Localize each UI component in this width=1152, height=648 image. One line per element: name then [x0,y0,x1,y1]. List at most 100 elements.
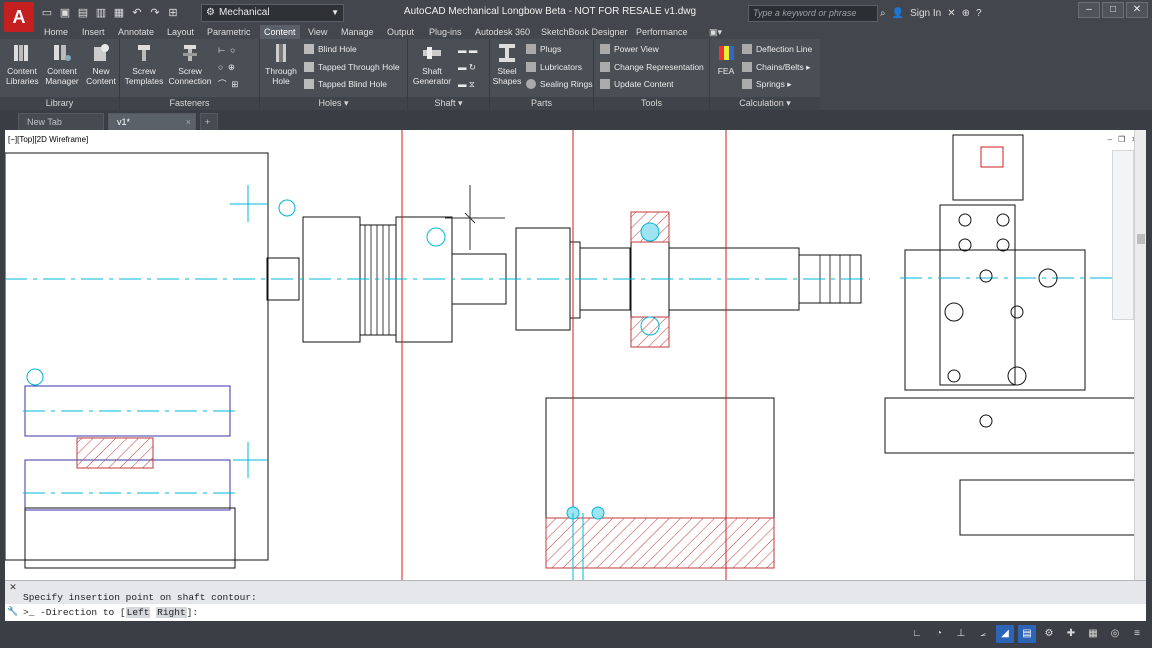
steel-shapes-button[interactable]: Steel Shapes [492,42,522,86]
vertical-scrollbar[interactable] [1134,130,1146,580]
navigation-bar[interactable] [1112,150,1134,320]
shaft-tool-3[interactable]: ▬ ⧖ [458,77,475,91]
change-representation-button[interactable]: Change Representation [600,60,704,74]
command-input[interactable]: >_ -Direction to [Left Right]: [5,605,1146,622]
fastener-tool-1[interactable]: ⊢ ○ [218,43,235,57]
tab-output[interactable]: Output [383,25,418,39]
wrench-icon[interactable]: 🔧 [7,605,19,617]
through-hole-button[interactable]: Through Hole [262,42,300,86]
polar-icon[interactable]: ⦟ [974,625,992,643]
fea-button[interactable]: FEA [712,42,740,76]
save-icon[interactable]: ▤ [76,6,90,20]
holes-panel-title[interactable]: Holes ▾ [260,97,407,110]
open-file-icon[interactable]: ▣ [58,6,72,20]
minimize-button[interactable]: – [1078,2,1100,18]
screw-templates-button[interactable]: Screw Templates [122,42,166,86]
update-content-button[interactable]: Update Content [600,77,674,91]
tapped-through-hole-button[interactable]: Tapped Through Hole [304,60,400,74]
close-button[interactable]: ✕ [1126,2,1148,18]
scrollbar-thumb[interactable] [1137,234,1145,244]
deflection-line-button[interactable]: Deflection Line [742,42,812,56]
right-column[interactable] [939,204,1016,386]
save-as-icon[interactable]: ▥ [94,6,108,20]
through-hole-label: Through Hole [265,66,297,86]
help-icon[interactable]: ? [976,8,982,19]
customize-icon[interactable]: ≡ [1128,625,1146,643]
tab-home[interactable]: Home [40,25,72,39]
screw-connection-button[interactable]: Screw Connection [168,42,212,86]
doc-tab-v1[interactable]: v1* × [108,113,196,130]
doc-tab-new-tab[interactable]: New Tab [18,113,104,130]
tab-parametric[interactable]: Parametric [203,25,255,39]
content-libraries-button[interactable]: Content Libraries [6,42,39,86]
blind-hole-button[interactable]: Blind Hole [304,42,357,56]
new-tab-plus-button[interactable]: + [200,113,218,130]
redo-icon[interactable]: ↷ [148,6,162,20]
exchange-icon[interactable]: ✕ [947,8,955,19]
shaft-tool-2[interactable]: ▬ ↻ [458,60,476,74]
viewport-minimize-icon[interactable]: – [1108,135,1112,144]
ribbon-more-icon[interactable]: ▣▾ [705,25,726,39]
viewport-restore-icon[interactable]: ❐ [1118,135,1125,144]
osnap-icon[interactable]: ◢ [996,625,1014,643]
new-content-button[interactable]: New Content [86,42,116,86]
clean-screen-icon[interactable]: ◎ [1106,625,1124,643]
tab-insert[interactable]: Insert [78,25,109,39]
drawing-canvas[interactable]: [−][Top][2D Wireframe] – ❐ ✕ [5,130,1146,580]
snap-icon[interactable]: ◔ [930,625,948,643]
close-tab-icon[interactable]: × [186,114,191,131]
print-icon[interactable]: ▦ [112,6,126,20]
viewport-controls-label[interactable]: [−][Top][2D Wireframe] [8,135,88,144]
option-left[interactable]: Left [125,607,151,618]
sign-in-link[interactable]: Sign In [910,8,941,19]
lubricators-button[interactable]: Lubricators [526,60,582,74]
sealing-rings-button[interactable]: Sealing Rings [526,77,592,91]
new-file-icon[interactable]: ▭ [40,6,54,20]
right-base[interactable] [884,397,1146,454]
fastener-tool-2[interactable]: ○ ⊕ [218,60,235,74]
right-lower-plate[interactable] [959,479,1146,536]
a360-icon[interactable]: ⊕ [962,8,970,19]
tab-performance[interactable]: Performance [632,25,692,39]
search-input[interactable]: Type a keyword or phrase [748,5,878,22]
left-housing-outline[interactable] [5,152,269,561]
application-menu-button[interactable]: A [4,2,34,32]
binoculars-icon[interactable]: ⌕ [880,8,886,19]
tab-autodesk-360[interactable]: Autodesk 360 [471,25,534,39]
tab-manage[interactable]: Manage [337,25,378,39]
calculation-panel-title[interactable]: Calculation ▾ [710,97,820,110]
ortho-icon[interactable]: ⊥ [952,625,970,643]
annotation-icon[interactable]: ⚙ [1040,625,1058,643]
shaft-tool-1[interactable]: ▬ ▬ [458,43,477,57]
content-manager-button[interactable]: Content Manager [44,42,80,86]
grid-icon[interactable]: ∟ [908,625,926,643]
plot-icon[interactable]: ⊞ [166,6,180,20]
maximize-button[interactable]: □ [1102,2,1124,18]
tab-plug-ins[interactable]: Plug-ins [425,25,466,39]
hardware-icon[interactable]: ▦ [1084,625,1102,643]
shaft-generator-button[interactable]: Shaft Generator [410,42,454,86]
left-base-plate[interactable] [24,507,236,569]
shaft-panel-title[interactable]: Shaft ▾ [408,97,489,110]
power-view-button[interactable]: Power View [600,42,659,56]
option-right[interactable]: Right [156,607,187,618]
window-controls: – □ ✕ [1078,2,1148,18]
undo-icon[interactable]: ↶ [130,6,144,20]
cad-drawing[interactable] [5,130,1146,580]
tab-layout[interactable]: Layout [163,25,198,39]
tab-sketchbook-designer[interactable]: SketchBook Designer [537,25,632,39]
shaft-shoulder[interactable] [569,241,581,319]
workspace-dropdown[interactable]: ⚙ Mechanical ▼ [201,4,344,22]
fastener-tool-3[interactable]: ⌒ ⊞ [218,77,238,91]
isolate-icon[interactable]: ✚ [1062,625,1080,643]
command-close-icon[interactable]: ✕ [7,581,19,593]
tab-view[interactable]: View [304,25,331,39]
springs-button[interactable]: Springs ▸ [742,77,791,91]
plugs-button[interactable]: Plugs [526,42,561,56]
workspace-icon[interactable]: ▤ [1018,625,1036,643]
tab-content[interactable]: Content [260,25,300,39]
chains-belts-button[interactable]: Chains/Belts ▸ [742,60,810,74]
right-body[interactable] [904,249,1086,391]
tab-annotate[interactable]: Annotate [114,25,158,39]
tapped-blind-hole-button[interactable]: Tapped Blind Hole [304,77,387,91]
